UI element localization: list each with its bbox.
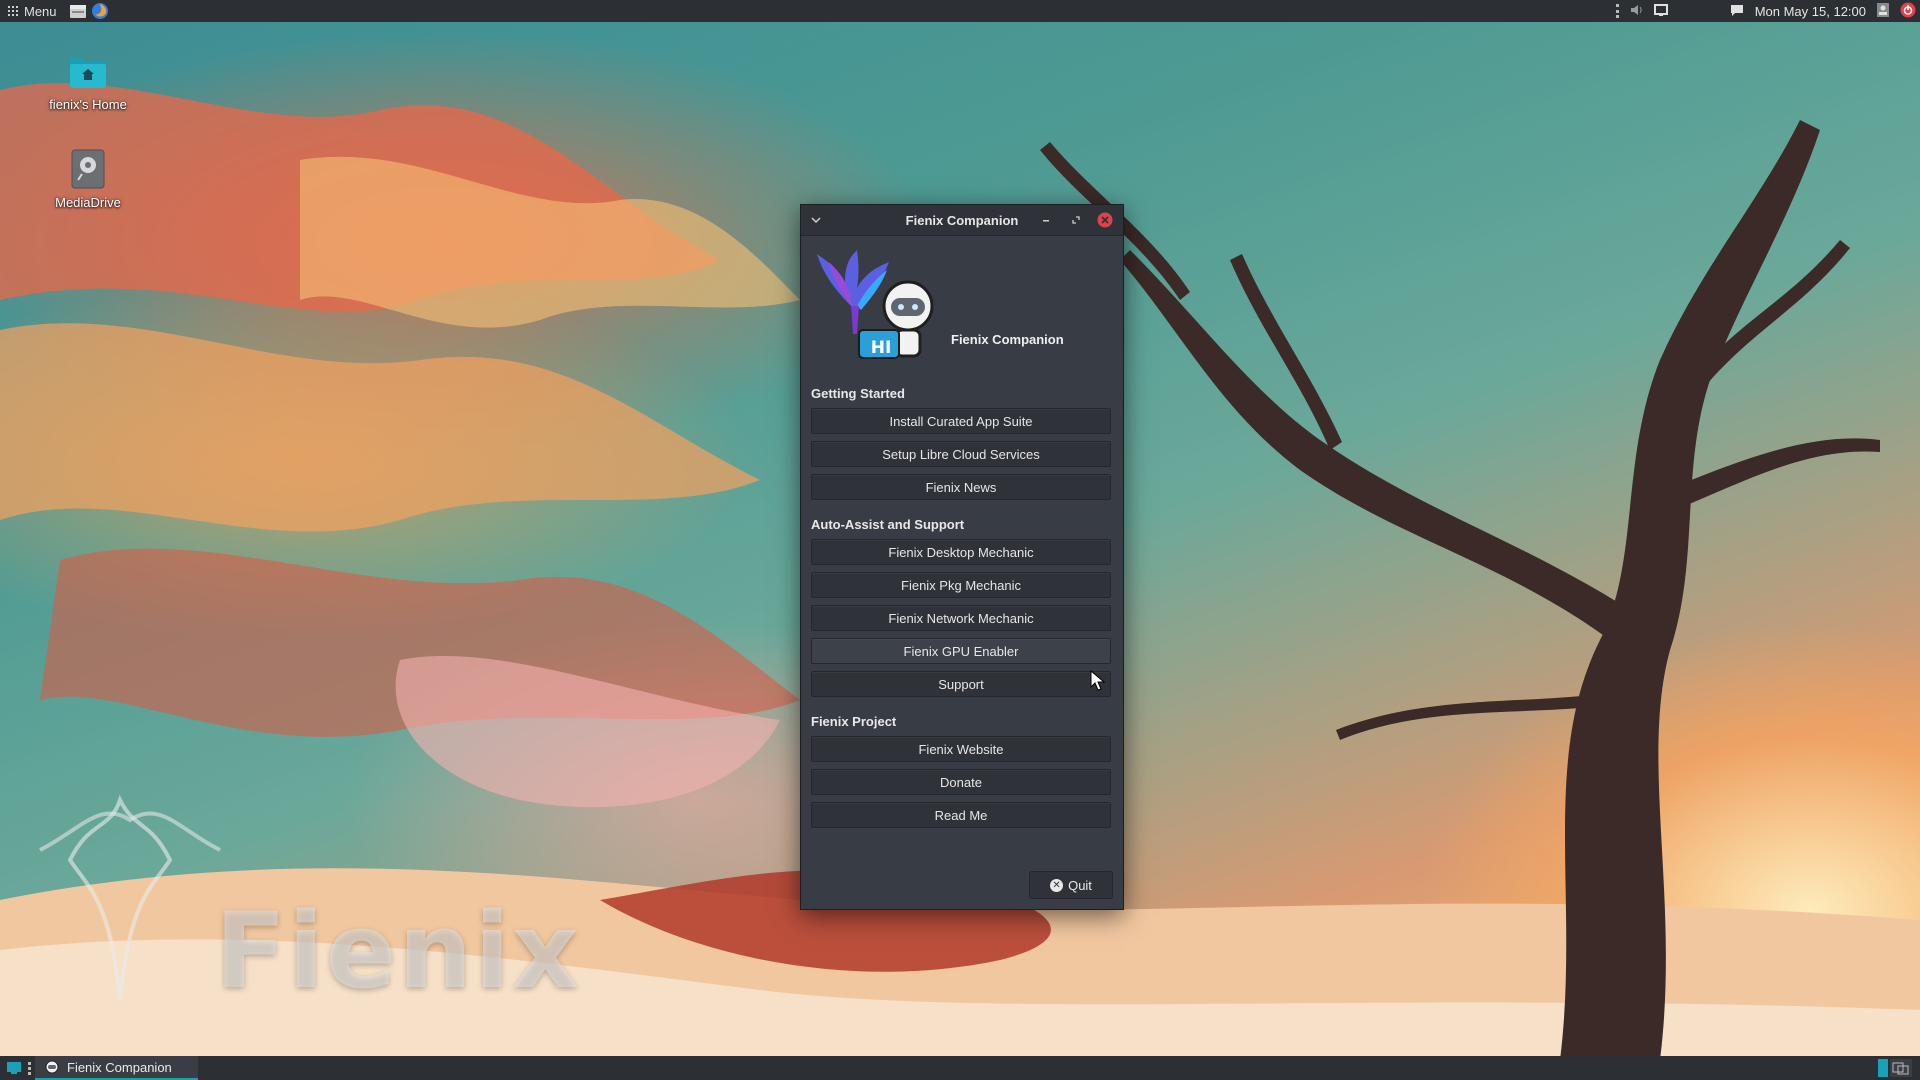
- header-title: Fienix Companion: [951, 332, 1064, 347]
- pkg-mechanic-button[interactable]: Fienix Pkg Mechanic: [811, 572, 1111, 598]
- display-icon[interactable]: [1653, 3, 1669, 20]
- gpu-enabler-button[interactable]: Fienix GPU Enabler: [811, 638, 1111, 664]
- tray-handle: [1615, 4, 1619, 18]
- fienix-website-button[interactable]: Fienix Website: [811, 736, 1111, 762]
- menu-label: Menu: [24, 3, 57, 19]
- close-circle-icon: ✕: [1050, 878, 1064, 892]
- fienix-news-button[interactable]: Fienix News: [811, 474, 1111, 500]
- fienix-watermark: Fienix: [215, 890, 581, 1012]
- bottom-panel: Fienix Companion: [0, 1056, 1920, 1080]
- mascot-badge: HI: [870, 338, 892, 358]
- desktop-mechanic-button[interactable]: Fienix Desktop Mechanic: [811, 539, 1111, 565]
- companion-window: Fienix Companion HI Fienix Companion Get…: [800, 204, 1124, 910]
- setup-cloud-services-button[interactable]: Setup Libre Cloud Services: [811, 441, 1111, 467]
- workspace-2[interactable]: [1890, 1059, 1912, 1077]
- section-label: Fienix Project: [811, 714, 897, 729]
- drive-icon: [71, 149, 105, 189]
- file-manager-icon[interactable]: [69, 2, 87, 20]
- maximize-icon: [1072, 216, 1080, 224]
- read-me-button[interactable]: Read Me: [811, 802, 1111, 828]
- section-label: Getting Started: [811, 386, 905, 401]
- taskbar-item-companion[interactable]: Fienix Companion: [35, 1056, 198, 1080]
- section-getting-started: Getting Started Install Curated App Suit…: [801, 386, 1123, 500]
- support-button[interactable]: Support: [811, 671, 1111, 697]
- home-folder-icon: [70, 58, 106, 88]
- close-button[interactable]: [1096, 211, 1114, 229]
- taskbar-handle: [28, 1061, 35, 1075]
- section-auto-assist: Auto-Assist and Support Fienix Desktop M…: [801, 517, 1123, 697]
- network-mechanic-button[interactable]: Fienix Network Mechanic: [811, 605, 1111, 631]
- section-fienix-project: Fienix Project Fienix Website Donate Rea…: [801, 714, 1123, 828]
- desktop-icon-home[interactable]: fienix's Home: [28, 52, 148, 112]
- window-titlebar[interactable]: Fienix Companion: [801, 205, 1123, 236]
- desktop-icon-label: MediaDrive: [55, 195, 121, 210]
- app-grid-icon: [8, 6, 18, 16]
- window-header: HI Fienix Companion: [801, 236, 1123, 386]
- section-label: Auto-Assist and Support: [811, 517, 965, 532]
- user-icon[interactable]: [1876, 2, 1890, 21]
- close-icon: [1097, 212, 1113, 228]
- robot-icon: [45, 1060, 59, 1074]
- power-icon[interactable]: [1900, 2, 1916, 21]
- quit-button[interactable]: ✕ Quit: [1029, 871, 1113, 899]
- mouse-cursor-icon: [1090, 670, 1106, 691]
- donate-button[interactable]: Donate: [811, 769, 1111, 795]
- workspace-1[interactable]: [1878, 1059, 1888, 1077]
- menu-button[interactable]: Menu: [0, 0, 65, 22]
- chat-icon[interactable]: [1729, 3, 1745, 20]
- clock[interactable]: Mon May 15, 12:00: [1755, 4, 1866, 19]
- system-tray: Mon May 15, 12:00: [1615, 0, 1920, 22]
- desktop-icon-label: fienix's Home: [49, 97, 127, 112]
- minimize-button[interactable]: [1037, 211, 1055, 229]
- firefox-icon[interactable]: [91, 2, 109, 20]
- taskbar-item-label: Fienix Companion: [67, 1059, 172, 1075]
- install-app-suite-button[interactable]: Install Curated App Suite: [811, 408, 1111, 434]
- desktop-icon: [7, 1062, 21, 1074]
- window-thumbnail-icon: [1892, 1062, 1909, 1075]
- quit-row: ✕ Quit: [1029, 871, 1113, 899]
- minimize-icon: [1043, 220, 1049, 222]
- workspace-switcher[interactable]: [1878, 1059, 1920, 1077]
- top-panel: Menu Mon May 15, 12:00: [0, 0, 1920, 22]
- desktop-icon-mediadrive[interactable]: MediaDrive: [28, 148, 148, 210]
- show-desktop-button[interactable]: [0, 1061, 28, 1075]
- maximize-button[interactable]: [1067, 211, 1085, 229]
- quit-label: Quit: [1068, 877, 1092, 893]
- volume-icon[interactable]: [1629, 3, 1643, 20]
